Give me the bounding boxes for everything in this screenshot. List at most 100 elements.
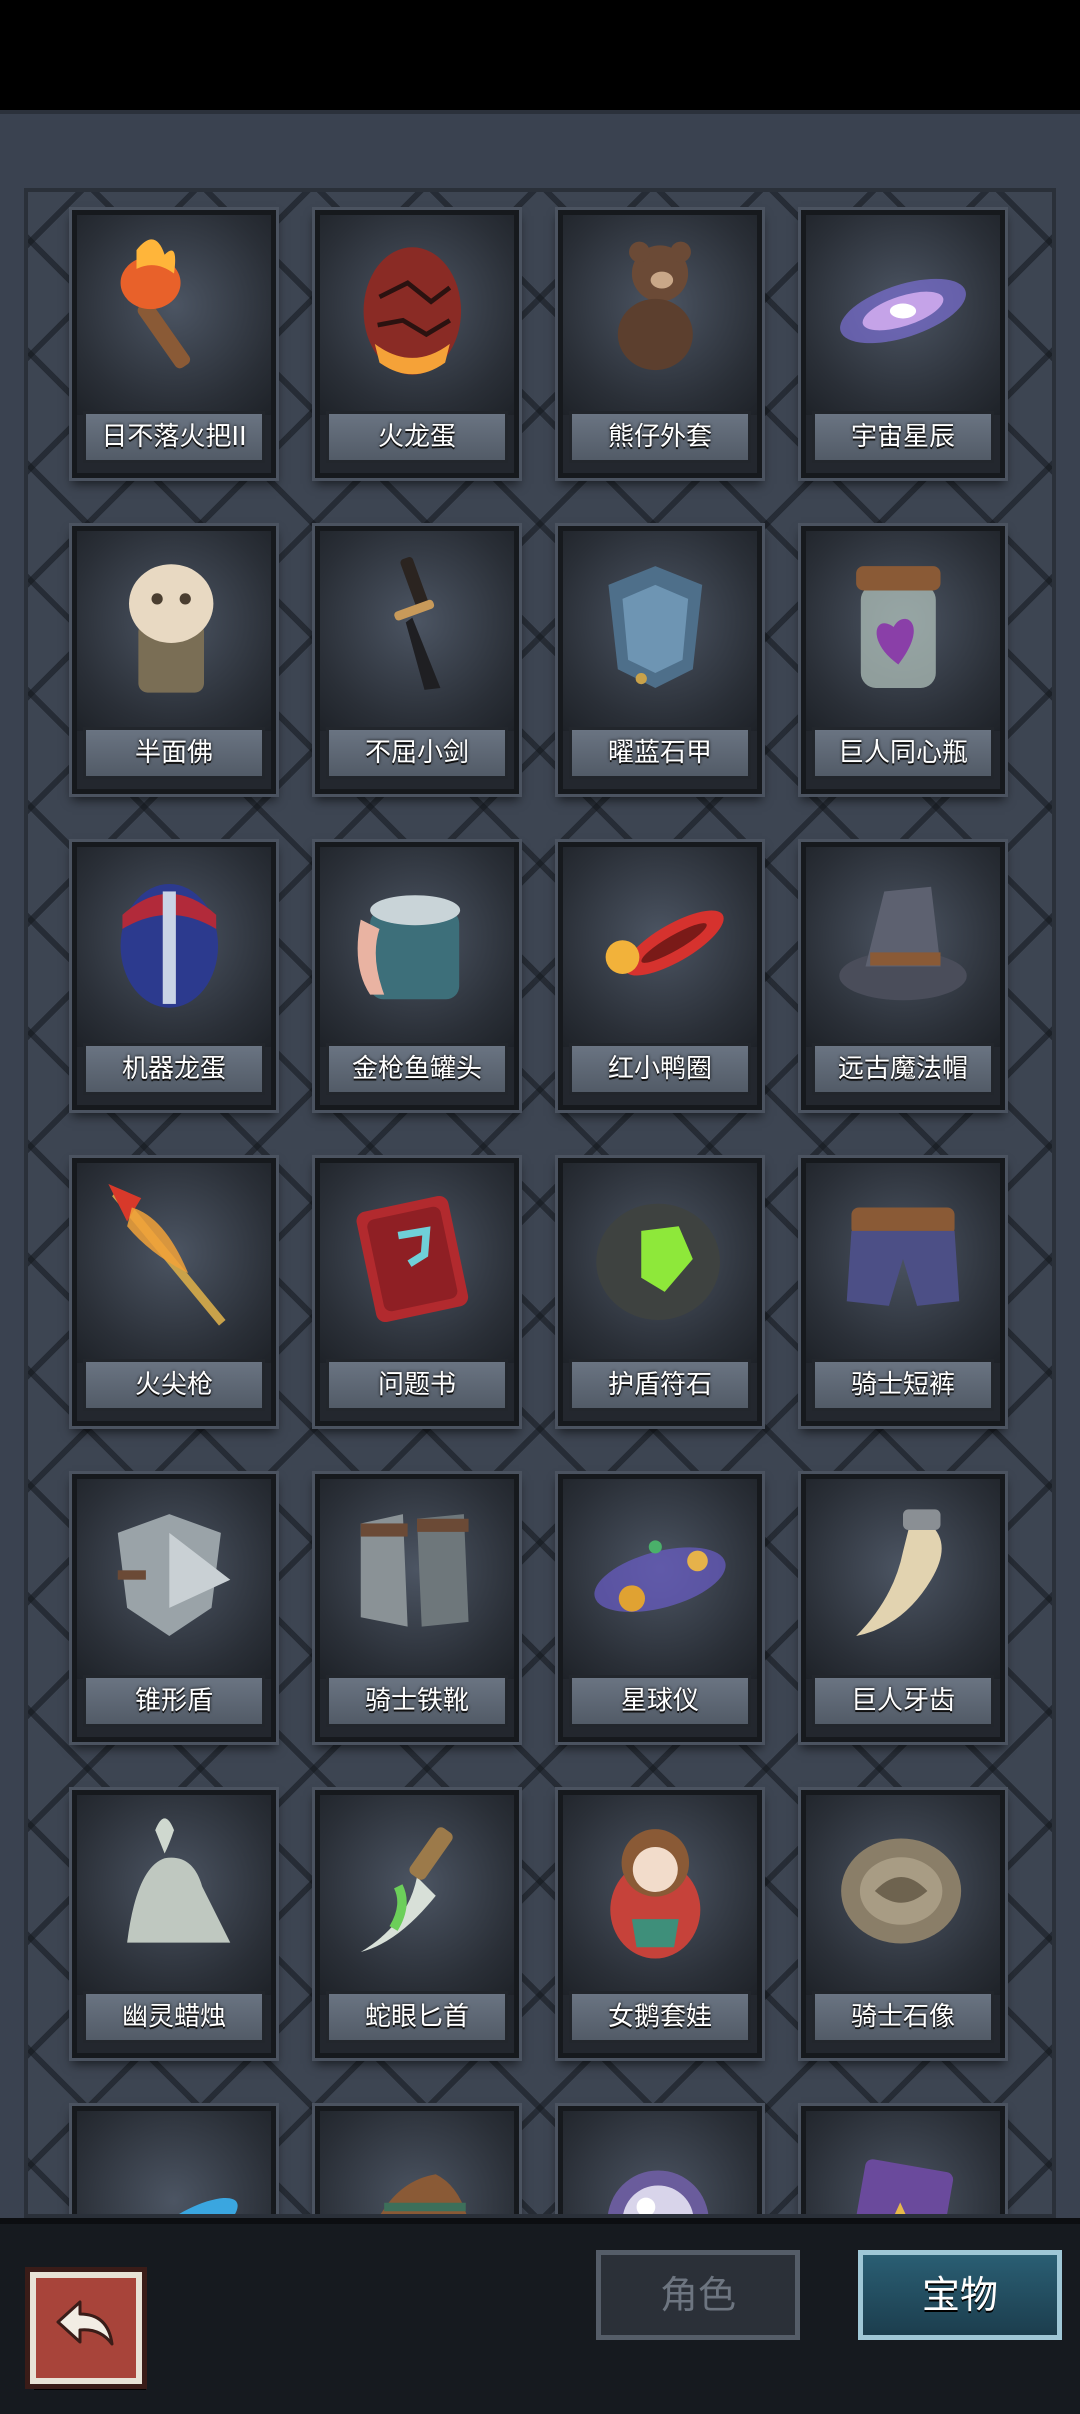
treasure-art xyxy=(320,215,514,415)
ghost-candle-icon xyxy=(127,1818,231,1943)
treasure-card[interactable]: 骑士铁靴 xyxy=(315,1474,519,1742)
treasure-art xyxy=(77,1479,271,1679)
treasure-name-label: 熊仔外套 xyxy=(569,411,751,463)
treasure-card[interactable]: 半面佛 xyxy=(72,526,276,794)
crystal-ball-icon xyxy=(608,2170,709,2214)
treasure-card[interactable]: 护盾符石 xyxy=(558,1158,762,1426)
treasure-card[interactable]: 不屈小剑 xyxy=(315,526,519,794)
stone-plate-icon xyxy=(841,1838,962,1944)
treasure-art xyxy=(320,1479,514,1679)
treasure-card[interactable]: 巨人牙齿 xyxy=(801,1474,1005,1742)
treasure-art xyxy=(563,1795,757,1995)
treasure-card[interactable]: 机器龙蛋 xyxy=(72,842,276,1110)
treasure-card[interactable] xyxy=(72,2106,276,2214)
treasure-card[interactable]: 骑士短裤 xyxy=(801,1158,1005,1426)
half-face-mask-icon xyxy=(129,564,214,693)
treasure-art xyxy=(806,1163,1000,1363)
treasure-name-label: 骑士石像 xyxy=(812,1991,994,2043)
treasure-name-label: 远古魔法帽 xyxy=(812,1043,994,1095)
treasure-name-label: 问题书 xyxy=(326,1359,508,1411)
treasure-art xyxy=(320,1163,514,1363)
treasure-card[interactable]: 星球仪 xyxy=(558,1474,762,1742)
tab-role[interactable]: 角色 xyxy=(596,2250,800,2340)
giant-tooth-icon xyxy=(856,1509,942,1636)
treasure-card[interactable]: 火龙蛋 xyxy=(315,210,519,478)
treasure-name-label: 锥形盾 xyxy=(83,1675,265,1727)
treasure-card[interactable]: 远古魔法帽 xyxy=(801,842,1005,1110)
knight-shorts-icon xyxy=(846,1207,960,1306)
treasure-card[interactable]: 问题书 xyxy=(315,1158,519,1426)
treasure-name-label: 不屈小剑 xyxy=(326,727,508,779)
treasure-art xyxy=(563,847,757,1047)
treasure-name-label: 红小鸭圈 xyxy=(569,1043,751,1095)
treasure-art xyxy=(320,531,514,731)
treasure-art xyxy=(806,215,1000,415)
treasure-card[interactable] xyxy=(315,2106,519,2214)
treasure-name-label: 半面佛 xyxy=(83,727,265,779)
short-sword-icon xyxy=(394,557,441,690)
back-button[interactable] xyxy=(30,2272,142,2384)
spike-shield-icon xyxy=(117,1514,231,1636)
robot-egg-icon xyxy=(120,883,219,1008)
treasure-card[interactable]: 锥形盾 xyxy=(72,1474,276,1742)
treasure-art xyxy=(806,1795,1000,1995)
torch-icon xyxy=(120,239,191,369)
treasure-name-label: 宇宙星辰 xyxy=(812,411,994,463)
treasure-art xyxy=(77,1163,271,1363)
blue-armor-icon xyxy=(608,566,703,688)
treasure-art xyxy=(563,2111,757,2214)
treasure-name-label: 蛇眼匕首 xyxy=(326,1991,508,2043)
treasure-card[interactable]: 熊仔外套 xyxy=(558,210,762,478)
knit-hat-icon xyxy=(380,2174,467,2214)
treasure-art xyxy=(320,847,514,1047)
purple-book-icon xyxy=(848,2159,954,2214)
treasure-name-label: 幽灵蜡烛 xyxy=(83,1991,265,2043)
orrery-icon xyxy=(594,1540,726,1612)
blue-ring-icon xyxy=(138,2197,238,2214)
treasure-name-label: 日不落火把II xyxy=(83,411,265,463)
screen: 日不落火把II 火龙蛋 熊仔外套 宇宙星辰半面佛 不屈小剑 曜蓝石甲 巨人同心瓶机器龙蛋 金枪… xyxy=(0,0,1080,2414)
back-arrow-icon xyxy=(56,2300,114,2346)
treasure-art xyxy=(77,2111,271,2214)
treasure-name-label: 骑士铁靴 xyxy=(326,1675,508,1727)
treasure-art xyxy=(563,531,757,731)
treasure-art xyxy=(77,215,271,415)
treasure-art xyxy=(77,1795,271,1995)
treasure-art xyxy=(806,847,1000,1047)
treasure-card[interactable]: 骑士石像 xyxy=(801,1790,1005,2058)
iron-boots-icon xyxy=(360,1514,469,1627)
treasure-art xyxy=(77,847,271,1047)
question-book-icon xyxy=(356,1195,469,1323)
treasure-art xyxy=(563,215,757,415)
treasure-art xyxy=(806,1479,1000,1679)
treasure-card[interactable]: 曜蓝石甲 xyxy=(558,526,762,794)
treasure-card[interactable]: 红小鸭圈 xyxy=(558,842,762,1110)
treasure-art xyxy=(320,2111,514,2214)
treasure-card[interactable] xyxy=(558,2106,762,2214)
treasure-card[interactable] xyxy=(801,2106,1005,2214)
treasure-card[interactable]: 巨人同心瓶 xyxy=(801,526,1005,794)
treasure-name-label: 巨人同心瓶 xyxy=(812,727,994,779)
treasure-name-label: 金枪鱼罐头 xyxy=(326,1043,508,1095)
treasure-name-label: 火尖枪 xyxy=(83,1359,265,1411)
treasure-name-label: 星球仪 xyxy=(569,1675,751,1727)
galaxy-icon xyxy=(840,278,966,344)
treasure-name-label: 机器龙蛋 xyxy=(83,1043,265,1095)
treasure-card[interactable]: 金枪鱼罐头 xyxy=(315,842,519,1110)
treasure-art xyxy=(806,531,1000,731)
treasure-card[interactable]: 日不落火把II xyxy=(72,210,276,478)
fire-spear-icon xyxy=(108,1184,226,1326)
tab-treasure[interactable]: 宝物 xyxy=(858,2250,1062,2340)
treasure-card[interactable]: 宇宙星辰 xyxy=(801,210,1005,478)
treasure-art xyxy=(77,531,271,731)
treasure-card[interactable]: 火尖枪 xyxy=(72,1158,276,1426)
treasure-art xyxy=(320,1795,514,1995)
treasure-card[interactable]: 蛇眼匕首 xyxy=(315,1790,519,2058)
treasure-grid-scroll-area[interactable]: 日不落火把II 火龙蛋 熊仔外套 宇宙星辰半面佛 不屈小剑 曜蓝石甲 巨人同心瓶机器龙蛋 金枪… xyxy=(24,188,1056,2218)
rune-stone-icon xyxy=(596,1203,720,1320)
treasure-card[interactable]: 女鹅套娃 xyxy=(558,1790,762,2058)
treasure-card[interactable]: 幽灵蜡烛 xyxy=(72,1790,276,2058)
treasure-name-label: 女鹅套娃 xyxy=(569,1991,751,2043)
treasure-art xyxy=(563,1163,757,1363)
dagger-icon xyxy=(360,1827,453,1952)
